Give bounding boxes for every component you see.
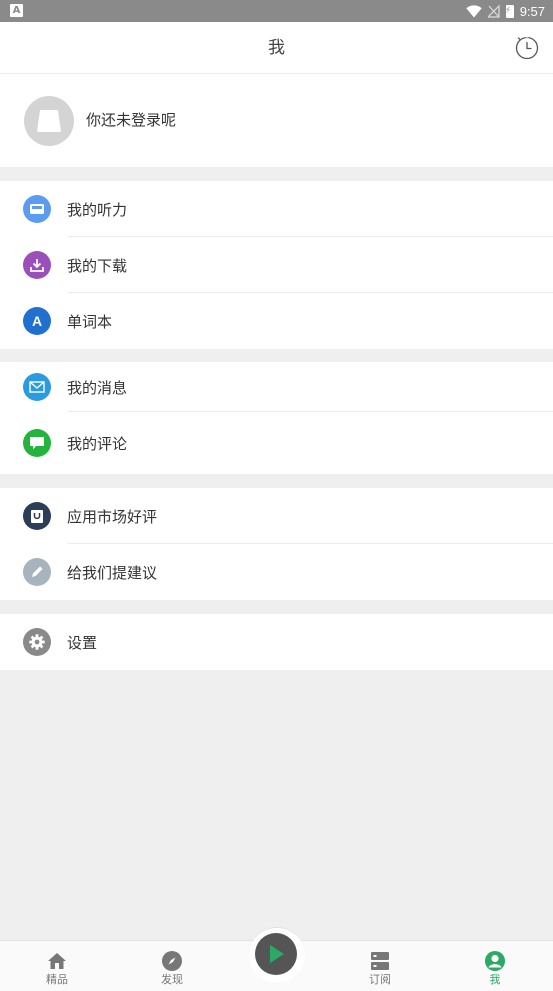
menu-item-label: 单词本 (67, 312, 113, 331)
status-indicators: ⚡ 9:57 (465, 0, 545, 22)
page-title: 我 (268, 38, 285, 58)
menu-item-label: 设置 (67, 633, 98, 652)
tab-subscription[interactable]: 订阅 (340, 941, 420, 991)
menu-item-my-comments[interactable]: 我的评论 (0, 412, 553, 474)
download-icon (23, 251, 51, 279)
tab-featured[interactable]: 精品 (17, 941, 97, 991)
play-button[interactable] (255, 933, 297, 975)
menu-group-messages: 我的消息 我的评论 (0, 362, 553, 474)
menu-item-label: 我的消息 (67, 378, 128, 397)
menu-item-market-review[interactable]: 应用市场好评 (0, 488, 553, 544)
tab-label: 精品 (46, 973, 68, 986)
profile-login-row[interactable]: 你还未登录呢 (0, 74, 553, 167)
app-notification-icon: A (10, 4, 23, 17)
menu-item-my-downloads[interactable]: 我的下载 (0, 237, 553, 293)
pencil-icon (23, 558, 51, 586)
menu-group-feedback: 应用市场好评 给我们提建议 (0, 488, 553, 600)
mail-icon (23, 373, 51, 401)
tab-label: 我 (489, 973, 501, 986)
play-icon (270, 945, 284, 963)
chat-icon (23, 429, 51, 457)
login-prompt[interactable]: 你还未登录呢 (86, 74, 176, 167)
player-button-wrap (249, 927, 305, 983)
tab-label: 订阅 (369, 973, 391, 986)
top-bar: 我 (0, 22, 553, 74)
menu-item-label: 应用市场好评 (67, 507, 158, 526)
compass-icon (162, 951, 182, 971)
menu-item-label: 我的听力 (67, 200, 128, 219)
menu-item-label: 给我们提建议 (67, 563, 158, 582)
wifi-icon (465, 4, 482, 17)
tab-discover[interactable]: 发现 (132, 941, 212, 991)
subscription-icon (371, 952, 389, 970)
user-icon (485, 951, 505, 971)
menu-item-my-listening[interactable]: 我的听力 (0, 181, 553, 237)
letter-a-icon: A (23, 307, 51, 335)
menu-item-settings[interactable]: 设置 (0, 614, 553, 670)
menu-item-suggestions[interactable]: 给我们提建议 (0, 544, 553, 600)
tab-label: 发现 (161, 973, 183, 986)
battery-icon: ⚡ (504, 4, 514, 18)
default-avatar-icon[interactable] (24, 96, 74, 146)
status-time: 9:57 (519, 3, 545, 19)
inbox-icon (23, 195, 51, 223)
menu-group-settings: 设置 (0, 614, 553, 670)
status-bar: A ⚡ 9:57 (0, 0, 553, 22)
tab-me[interactable]: 我 (455, 941, 535, 991)
letter-a-glyph: A (31, 313, 43, 329)
menu-item-label: 我的评论 (67, 434, 128, 453)
menu-item-my-messages[interactable]: 我的消息 (0, 362, 553, 412)
menu-item-wordbook[interactable]: A 单词本 (0, 293, 553, 349)
battery-charging-glyph: ⚡ (504, 5, 512, 16)
menu-group-listening: 我的听力 我的下载 A 单词本 (0, 181, 553, 349)
home-icon (48, 953, 66, 969)
signal-off-icon (487, 4, 500, 18)
market-icon (23, 502, 51, 530)
menu-item-label: 我的下载 (67, 256, 128, 275)
timer-icon[interactable] (514, 35, 540, 61)
gear-icon (23, 628, 51, 656)
